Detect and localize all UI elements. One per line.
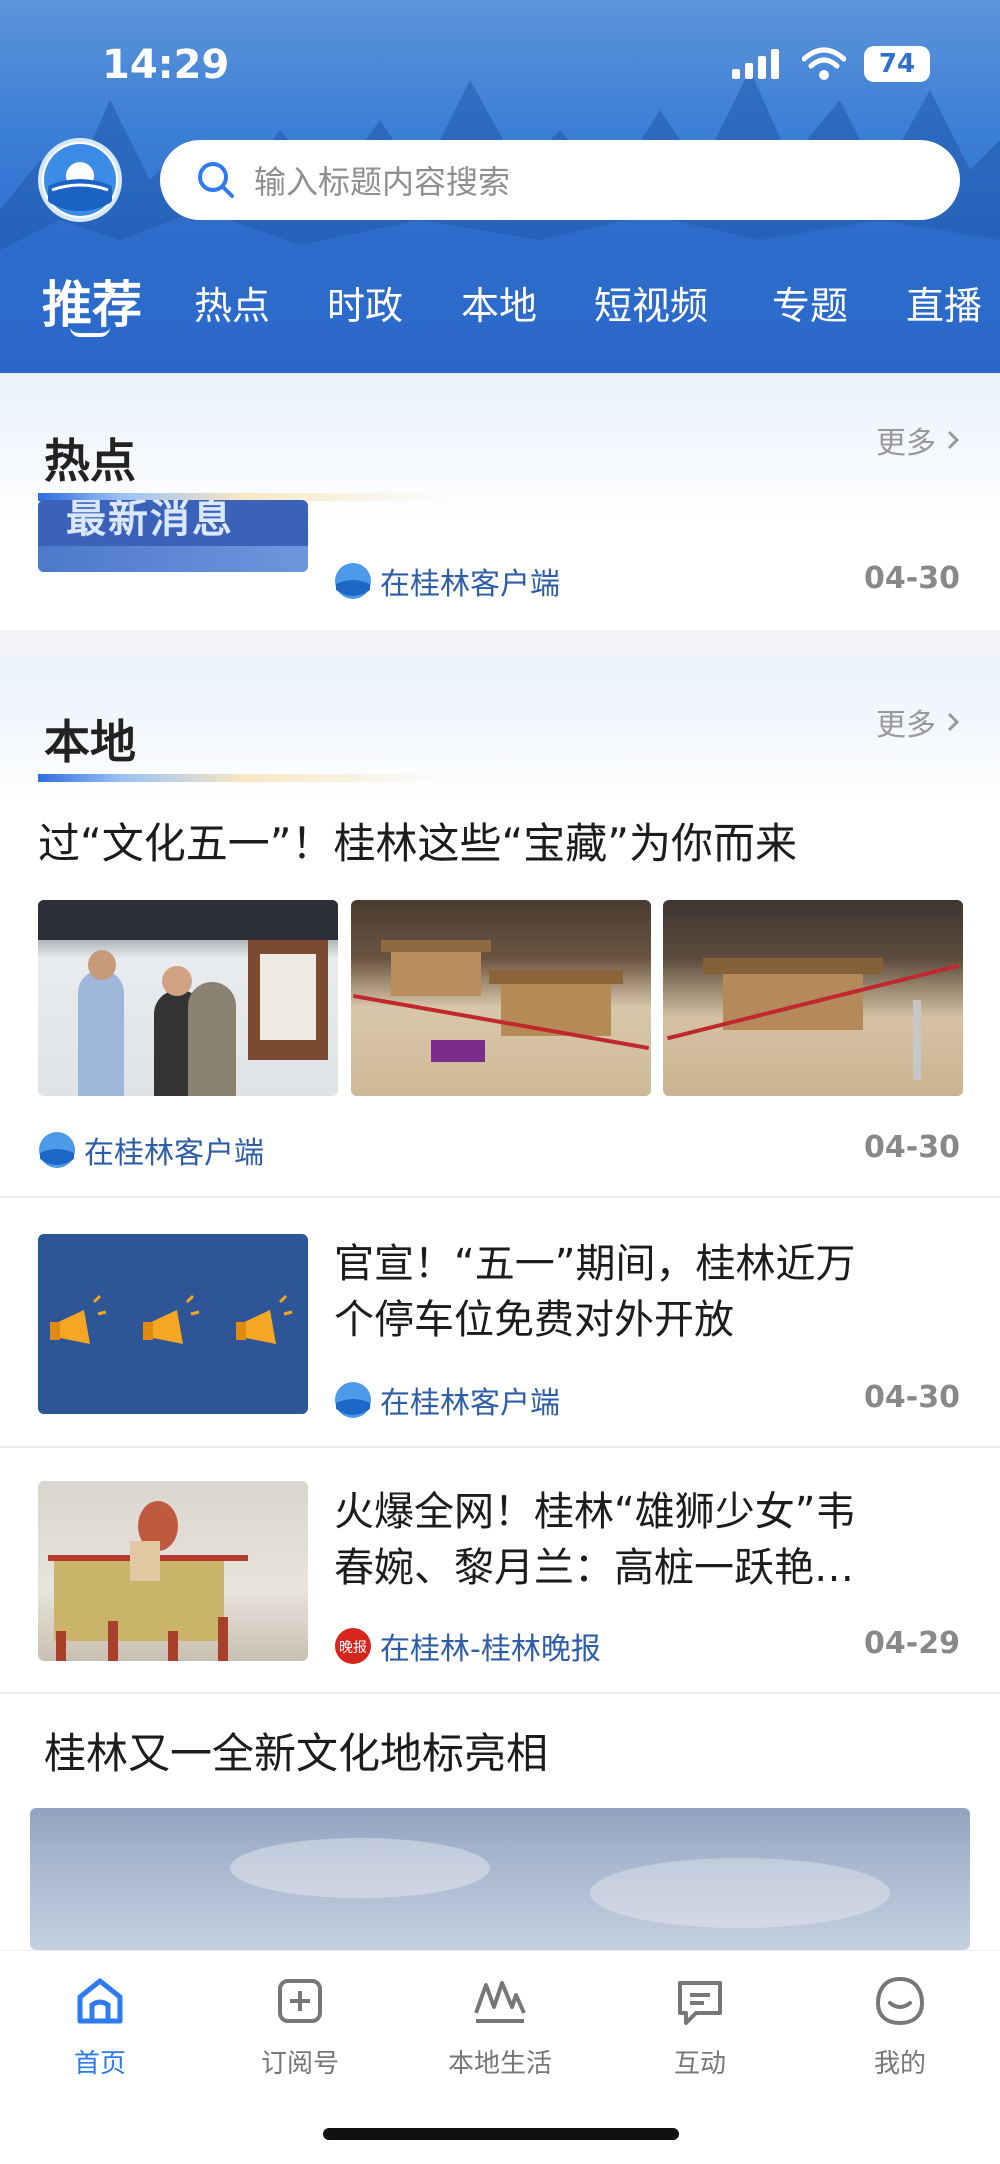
hot-item-date: 04-30	[864, 561, 960, 596]
hot-more-link[interactable]: 更多	[876, 418, 960, 462]
client-logo-icon	[39, 1132, 75, 1168]
wifi-icon	[802, 47, 846, 80]
article-image-1[interactable]	[38, 900, 338, 1096]
chat-icon	[678, 1981, 722, 2025]
app-screen: 14:29 74 输入标题内容搜索 推荐 热点 时政 本地 短视频 专题 直播 …	[0, 0, 1000, 2164]
section-underline	[38, 774, 448, 782]
nav-subscribe[interactable]: 订阅号	[230, 1973, 370, 2080]
profile-icon	[875, 1976, 925, 2026]
battery-indicator: 74	[864, 46, 930, 82]
nav-profile[interactable]: 我的	[830, 1973, 970, 2080]
article-title-line2[interactable]: 春婉、黎月兰：高桩一跃艳…	[334, 1540, 854, 1596]
source-name: 在桂林客户端	[380, 1386, 560, 1421]
article-date: 04-30	[864, 1130, 960, 1165]
article-source[interactable]: 在桂林客户端	[334, 1378, 560, 1422]
source-name: 在桂林客户端	[84, 1136, 264, 1171]
hot-section: 热点 更多 最新消息 在桂林客户端 04-30	[0, 373, 1000, 630]
tab-topics[interactable]: 专题	[772, 275, 848, 330]
article-title-line1[interactable]: 官宣！“五一”期间，桂林近万	[334, 1236, 855, 1292]
article-title-line2[interactable]: 个停车位免费对外开放	[334, 1292, 734, 1348]
status-icons: 74	[732, 46, 930, 82]
nav-local-life[interactable]: 本地生活	[430, 1973, 570, 2080]
local-section: 本地 更多 过“文化五一”！桂林这些“宝藏”为你而来 在桂林客户端 04-30 …	[0, 656, 1000, 1950]
thumb-wave	[38, 546, 308, 572]
local-life-icon	[474, 1981, 526, 2023]
divider	[0, 1196, 1000, 1198]
tab-short-video[interactable]: 短视频	[594, 275, 708, 330]
home-icon	[77, 1978, 123, 2024]
category-tabs: 推荐 热点 时政 本地 短视频 专题 直播	[0, 265, 1000, 345]
chevron-right-icon	[947, 430, 960, 450]
source-name: 在桂林客户端	[380, 567, 560, 602]
article-source[interactable]: 晚报 在桂林-桂林晚报	[334, 1624, 601, 1668]
chevron-right-icon	[947, 712, 960, 732]
tab-local[interactable]: 本地	[461, 275, 537, 330]
local-section-header	[0, 656, 1000, 806]
section-title-local: 本地	[44, 715, 136, 769]
article-image-2[interactable]	[351, 900, 651, 1096]
article-title[interactable]: 过“文化五一”！桂林这些“宝藏”为你而来	[38, 816, 797, 872]
article-date: 04-29	[864, 1626, 960, 1661]
article-source[interactable]: 在桂林客户端	[38, 1128, 264, 1172]
svg-text:晚报: 晚报	[339, 1640, 367, 1656]
more-label: 更多	[876, 426, 936, 461]
search-icon	[198, 162, 234, 198]
hot-item-thumbnail[interactable]: 最新消息	[38, 500, 308, 572]
header-banner: 14:29 74 输入标题内容搜索 推荐 热点 时政 本地 短视频 专题 直播	[0, 0, 1000, 373]
signal-icon	[732, 49, 779, 79]
nav-interact[interactable]: 互动	[630, 1973, 770, 2080]
home-indicator	[323, 2128, 679, 2140]
logo-icon	[44, 144, 116, 216]
nav-label: 首页	[73, 2049, 126, 2079]
thumb-text: 最新消息	[66, 500, 234, 542]
article-thumbnail[interactable]	[38, 1234, 308, 1414]
subscribe-icon	[278, 1979, 322, 2023]
nav-label: 本地生活	[447, 2049, 552, 2079]
more-label: 更多	[876, 708, 936, 743]
local-more-link[interactable]: 更多	[876, 700, 960, 744]
source-name: 在桂林-桂林晚报	[380, 1632, 601, 1667]
article-cover-image[interactable]	[30, 1808, 970, 1950]
tab-hot[interactable]: 热点	[194, 275, 270, 330]
client-logo-icon	[335, 563, 371, 599]
status-time: 14:29	[102, 42, 230, 88]
article-thumbnail[interactable]	[38, 1481, 308, 1661]
nav-label: 我的	[873, 2049, 926, 2079]
divider	[0, 1446, 1000, 1448]
article-title-line1[interactable]: 火爆全网！桂林“雄狮少女”韦	[334, 1484, 855, 1540]
tab-politics[interactable]: 时政	[327, 275, 403, 330]
evening-news-logo-icon: 晚报	[335, 1628, 371, 1664]
divider	[0, 1692, 1000, 1694]
search-input[interactable]: 输入标题内容搜索	[254, 157, 510, 203]
search-bar[interactable]: 输入标题内容搜索	[160, 140, 960, 220]
client-logo-icon	[335, 1382, 371, 1418]
nav-label: 互动	[673, 2049, 726, 2079]
tab-live[interactable]: 直播	[906, 275, 982, 330]
section-gap	[0, 630, 1000, 656]
nav-home[interactable]: 首页	[30, 1973, 170, 2080]
app-logo[interactable]	[38, 138, 122, 222]
article-title[interactable]: 桂林又一全新文化地标亮相	[44, 1726, 548, 1782]
nav-label: 订阅号	[260, 2049, 339, 2079]
article-image-3[interactable]	[663, 900, 963, 1096]
hot-item-source[interactable]: 在桂林客户端	[334, 559, 560, 603]
tab-active-indicator	[70, 327, 110, 337]
article-date: 04-30	[864, 1380, 960, 1415]
section-title-hot: 热点	[44, 434, 136, 488]
megaphone-icon	[50, 1294, 293, 1344]
